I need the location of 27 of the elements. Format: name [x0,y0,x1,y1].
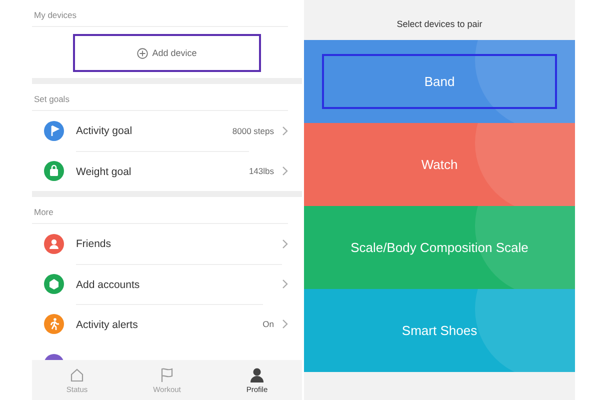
row-label: Activity goal [76,124,134,139]
plus-circle-icon [137,48,148,58]
row-value: 143lbs [248,166,274,176]
chevron-icon [282,166,288,176]
settings-row[interactable]: Friends [32,224,302,264]
device-tile[interactable]: Watch [304,123,575,206]
add-device-button[interactable]: Add device [73,34,261,72]
settings-row[interactable]: Activity alerts On [32,304,302,344]
settings-row[interactable]: Activity goal 8000 steps [32,111,302,151]
section-heading: More [32,197,288,224]
section-heading: My devices [32,0,288,27]
house-icon [69,366,85,382]
screen-title: Select devices to pair [396,18,484,31]
section-heading: Set goals [32,84,288,111]
flag-icon [159,366,175,382]
chevron-icon [282,319,288,329]
row-label: Friends [76,237,112,252]
chevron-icon [282,126,288,136]
row-value: On [262,319,274,329]
row-label: Activity alerts [76,304,263,344]
device-tile[interactable]: Band [304,40,575,123]
row-value: 8000 steps [232,126,274,136]
chevron-icon [282,239,288,249]
person-icon [249,366,265,382]
settings-row[interactable]: Add accounts [32,264,302,304]
chevron-icon [282,279,288,289]
row-label: Add accounts [76,264,282,304]
